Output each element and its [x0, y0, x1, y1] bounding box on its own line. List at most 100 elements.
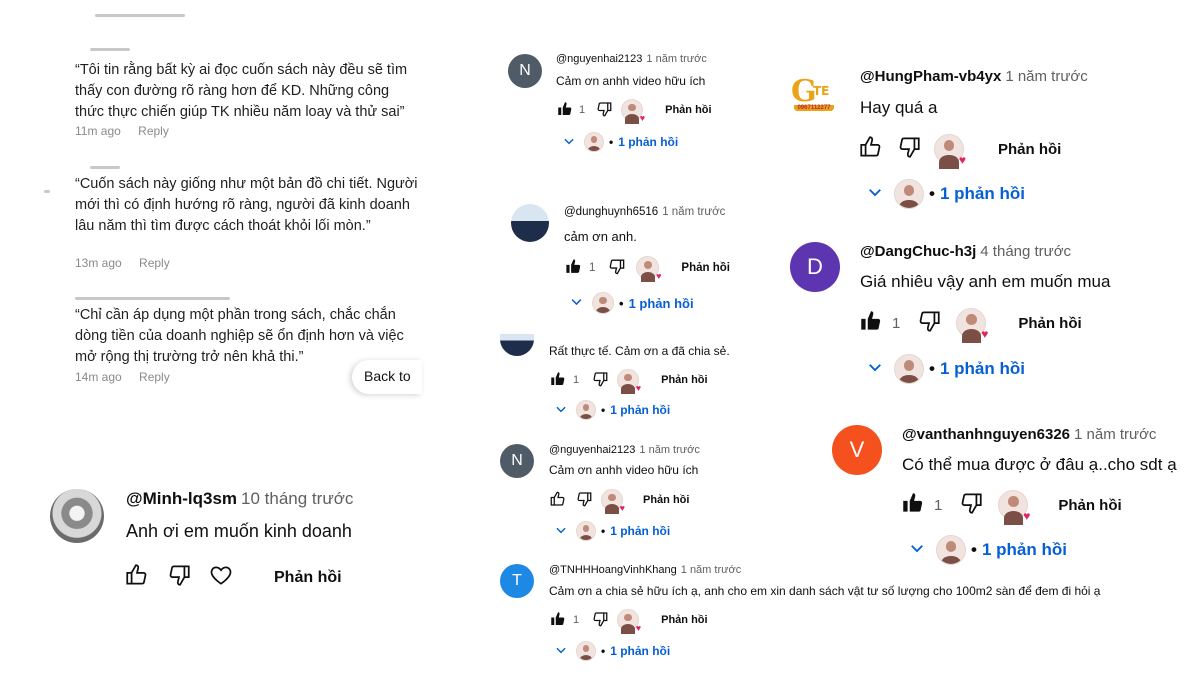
comment-author[interactable]: @DangChuc-h3j 4 tháng trước — [860, 243, 1071, 260]
dislike-icon[interactable] — [591, 370, 609, 391]
reply-link[interactable]: Reply — [139, 370, 170, 384]
comment-time: 1 năm trước — [1074, 426, 1157, 443]
author-name[interactable]: @vanthanhnguyen6326 — [902, 426, 1070, 443]
author-name[interactable]: @TNHHHoangVinhKhang — [549, 564, 677, 576]
creator-heart-avatar: ♥ — [998, 490, 1030, 525]
like-icon[interactable] — [549, 610, 567, 631]
avatar[interactable] — [50, 489, 104, 543]
author-name[interactable]: @dunghuynh6516 — [564, 206, 658, 218]
author-name[interactable]: @HungPham-vb4yx — [860, 68, 1001, 85]
chevron-down-icon[interactable] — [554, 643, 568, 660]
reply-button[interactable]: Phản hồi — [1058, 497, 1121, 514]
dislike-icon[interactable] — [958, 490, 984, 520]
replies-count[interactable]: 1 phản hồi — [610, 524, 670, 538]
like-icon[interactable] — [556, 100, 574, 121]
back-to-button[interactable]: Back to — [352, 360, 422, 394]
comment-actions: 1 ♥ Phản hồi — [549, 369, 708, 394]
avatar[interactable]: N — [508, 54, 542, 88]
comment-actions: ♥ Phản hồi — [858, 134, 1061, 169]
avatar[interactable]: G TE 0967112277 — [788, 66, 840, 118]
avatar[interactable] — [511, 204, 549, 242]
replies-count[interactable]: 1 phản hồi — [940, 359, 1025, 379]
avatar[interactable]: V — [832, 425, 882, 475]
dislike-icon[interactable] — [575, 490, 593, 511]
dislike-icon[interactable] — [591, 610, 609, 631]
comment-author[interactable]: @nguyenhai2123 1 năm trước — [556, 53, 707, 65]
like-icon[interactable] — [124, 562, 150, 593]
creator-avatar — [584, 132, 604, 152]
reply-link[interactable]: Reply — [139, 256, 170, 270]
avatar[interactable]: T — [500, 564, 534, 598]
reply-button[interactable]: Phản hồi — [661, 614, 707, 626]
view-replies-toggle[interactable]: • 1 phản hồi — [866, 354, 1025, 384]
view-replies-toggle[interactable]: • 1 phản hồi — [908, 535, 1067, 565]
quote-meta: 13m ago Reply — [75, 256, 184, 270]
reply-button[interactable]: Phản hồi — [1018, 315, 1081, 332]
view-replies-toggle[interactable]: • 1 phản hồi — [554, 400, 670, 420]
comment-actions: 1 ♥ Phản hồi — [900, 490, 1122, 525]
like-icon[interactable] — [564, 257, 583, 279]
author-name[interactable]: @DangChuc-h3j — [860, 243, 976, 260]
heart-icon[interactable] — [208, 562, 234, 593]
comment-text: cảm ơn anh. — [564, 229, 637, 244]
like-icon[interactable] — [549, 370, 567, 391]
comment-author[interactable]: @nguyenhai2123 1 năm trước — [549, 444, 700, 456]
replies-count[interactable]: 1 phản hồi — [618, 135, 678, 149]
reply-button[interactable]: Phản hồi — [665, 104, 711, 116]
quote-time: 13m ago — [75, 256, 122, 270]
view-replies-toggle[interactable]: • 1 phản hồi — [554, 521, 670, 541]
replies-count[interactable]: 1 phản hồi — [940, 184, 1025, 204]
dislike-icon[interactable] — [166, 562, 192, 593]
chevron-down-icon[interactable] — [866, 183, 884, 206]
comment-author[interactable]: @Minh-lq3sm 10 tháng trước — [126, 489, 353, 509]
dislike-icon[interactable] — [916, 308, 942, 338]
replies-count[interactable]: 1 phản hồi — [610, 644, 670, 658]
comment-actions: 1 ♥ Phản hồi — [858, 308, 1082, 343]
comment-author[interactable]: @TNHHHoangVinhKhang 1 năm trước — [549, 564, 741, 576]
like-icon[interactable] — [858, 308, 884, 338]
comment-author[interactable]: @vanthanhnguyen6326 1 năm trước — [902, 426, 1156, 443]
like-icon[interactable] — [858, 134, 884, 164]
comment-time: 1 năm trước — [639, 444, 700, 456]
comment-author[interactable]: @HungPham-vb4yx 1 năm trước — [860, 68, 1088, 85]
reply-button[interactable]: Phản hồi — [274, 569, 342, 587]
view-replies-toggle[interactable]: • 1 phản hồi — [562, 132, 678, 152]
view-replies-toggle[interactable]: • 1 phản hồi — [569, 292, 694, 314]
replies-count[interactable]: 1 phản hồi — [629, 296, 694, 311]
reply-button[interactable]: Phản hồi — [643, 494, 689, 506]
like-count: 1 — [579, 104, 586, 116]
creator-avatar — [592, 292, 614, 314]
chevron-down-icon[interactable] — [569, 294, 584, 312]
svg-text:TE: TE — [813, 84, 829, 98]
dislike-icon[interactable] — [607, 257, 626, 279]
avatar[interactable]: D — [790, 242, 840, 292]
dislike-icon[interactable] — [595, 100, 613, 121]
reply-button[interactable]: Phản hồi — [661, 374, 707, 386]
chevron-down-icon[interactable] — [866, 358, 884, 381]
like-count: 1 — [573, 614, 580, 626]
author-name[interactable]: @nguyenhai2123 — [549, 444, 635, 456]
avatar[interactable] — [500, 334, 534, 356]
avatar[interactable]: N — [500, 444, 534, 478]
replies-count[interactable]: 1 phản hồi — [610, 403, 670, 417]
reply-button[interactable]: Phản hồi — [998, 141, 1061, 158]
quote-meta: 11m ago Reply — [75, 124, 183, 138]
view-replies-toggle[interactable]: • 1 phản hồi — [554, 641, 670, 661]
reply-button[interactable]: Phản hồi — [681, 262, 730, 274]
replies-count[interactable]: 1 phản hồi — [982, 540, 1067, 560]
author-name[interactable]: @nguyenhai2123 — [556, 53, 642, 65]
reply-link[interactable]: Reply — [138, 124, 169, 138]
chevron-down-icon[interactable] — [562, 134, 576, 151]
like-icon[interactable] — [900, 490, 926, 520]
author-name[interactable]: @Minh-lq3sm — [126, 489, 237, 508]
chevron-down-icon[interactable] — [908, 539, 926, 562]
dislike-icon[interactable] — [896, 134, 922, 164]
divider-mark — [44, 190, 50, 193]
chevron-down-icon[interactable] — [554, 402, 568, 419]
view-replies-toggle[interactable]: • 1 phản hồi — [866, 179, 1025, 209]
like-icon[interactable] — [549, 490, 567, 511]
comment-author[interactable]: @dunghuynh6516 1 năm trước — [564, 206, 725, 218]
comment-text: Hay quá a — [860, 98, 938, 117]
chevron-down-icon[interactable] — [554, 523, 568, 540]
comment-actions: 1 ♥ Phản hồi — [549, 609, 708, 634]
